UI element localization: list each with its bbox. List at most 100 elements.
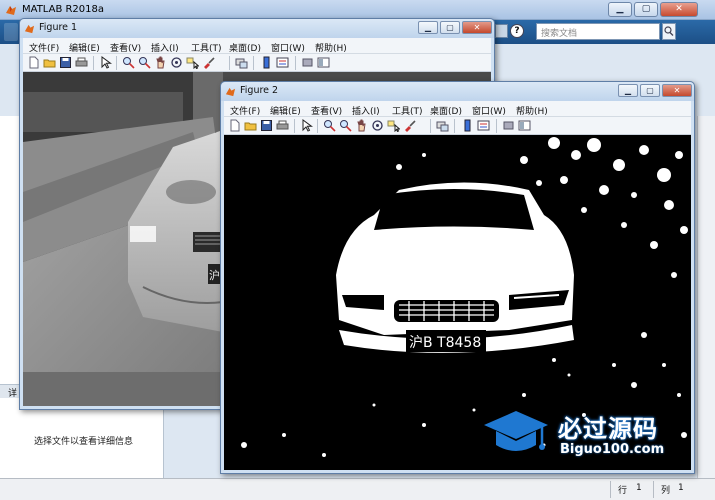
figure1-title: Figure 1: [39, 22, 78, 33]
column-label: 列: [661, 486, 671, 496]
link-icon[interactable]: [436, 119, 449, 132]
new-file-icon[interactable]: [228, 119, 241, 132]
menu-edit[interactable]: 编辑(E): [270, 104, 301, 117]
data-cursor-icon[interactable]: [186, 56, 199, 69]
menu-window[interactable]: 窗口(W): [271, 41, 305, 54]
figure2-title: Figure 2: [240, 85, 279, 96]
figure1-minimize-button[interactable]: ▁: [418, 21, 438, 34]
rotate-icon[interactable]: [170, 56, 183, 69]
figure1-plate-text: 沪: [209, 268, 220, 282]
graduation-cap-icon: [484, 411, 548, 451]
link-icon[interactable]: [235, 56, 248, 69]
watermark-url: Biguo100.com: [560, 442, 665, 457]
matlab-logo-icon: [24, 24, 35, 34]
toolbar-separator: [295, 56, 296, 70]
matlab-logo-icon: [6, 6, 16, 15]
figure2-title-bar[interactable]: Figure 2 ▁ ▢ ✕: [221, 82, 694, 101]
details-empty-message: 选择文件以查看详细信息: [34, 437, 134, 447]
zoom-out-icon[interactable]: [339, 119, 352, 132]
figure1-close-button[interactable]: ✕: [462, 21, 492, 34]
menu-view[interactable]: 查看(V): [311, 104, 342, 117]
toolbar-separator: [116, 56, 117, 70]
show-plot-tools-icon[interactable]: [518, 119, 531, 132]
documentation-search-input[interactable]: 搜索文档: [536, 23, 660, 40]
print-icon[interactable]: [276, 119, 289, 132]
toolbar-separator: [496, 119, 497, 133]
pan-icon[interactable]: [355, 119, 368, 132]
menu-view[interactable]: 查看(V): [110, 41, 141, 54]
main-title-bar: MATLAB R2018a ▁ ▢ ✕: [0, 0, 715, 20]
menu-help[interactable]: 帮助(H): [516, 104, 548, 117]
zoom-in-icon[interactable]: [122, 56, 135, 69]
brush-icon[interactable]: [403, 119, 416, 132]
toolbar-separator: [430, 119, 431, 133]
quick-access-dropdown[interactable]: [495, 24, 508, 38]
menu-help[interactable]: 帮助(H): [315, 41, 347, 54]
main-maximize-button[interactable]: ▢: [634, 2, 658, 17]
ribbon-tab-blob[interactable]: [4, 23, 18, 41]
toolbar-separator: [93, 56, 94, 70]
open-folder-icon[interactable]: [43, 56, 56, 69]
status-separator: [610, 481, 611, 498]
figure2-maximize-button[interactable]: ▢: [640, 84, 660, 97]
open-folder-icon[interactable]: [244, 119, 257, 132]
toolbar-separator: [454, 119, 455, 133]
figure2-close-button[interactable]: ✕: [662, 84, 692, 97]
menu-desktop[interactable]: 桌面(D): [430, 104, 462, 117]
menu-file[interactable]: 文件(F): [29, 41, 59, 54]
status-bar: 行 1 列 1: [0, 478, 715, 500]
pan-icon[interactable]: [154, 56, 167, 69]
pointer-icon[interactable]: [300, 119, 313, 132]
row-value: 1: [636, 483, 642, 493]
workspace-scrollbar[interactable]: [697, 116, 715, 478]
show-plot-tools-icon[interactable]: [317, 56, 330, 69]
toolbar-separator: [253, 56, 254, 70]
watermark: 必过源码 Biguo100.com: [480, 405, 680, 465]
column-value: 1: [678, 483, 684, 493]
help-icon[interactable]: ?: [510, 24, 524, 38]
menu-insert[interactable]: 插入(I): [151, 41, 179, 54]
main-window-title: MATLAB R2018a: [22, 4, 105, 15]
main-close-button[interactable]: ✕: [660, 2, 698, 17]
menu-tools[interactable]: 工具(T): [392, 104, 423, 117]
figure2-minimize-button[interactable]: ▁: [618, 84, 638, 97]
figure2-plate-text: 沪B T8458: [409, 335, 481, 351]
status-separator: [653, 481, 654, 498]
colorbar-icon[interactable]: [461, 119, 474, 132]
save-icon[interactable]: [260, 119, 273, 132]
details-header-label: 详: [8, 389, 18, 399]
row-label: 行: [618, 486, 628, 496]
figure1-title-bar[interactable]: Figure 1 ▁ ▢ ✕: [20, 19, 494, 38]
matlab-logo-icon: [225, 87, 236, 97]
legend-icon[interactable]: [276, 56, 289, 69]
toolbar-separator: [294, 119, 295, 133]
toolbar-separator: [317, 119, 318, 133]
hide-plot-tools-icon[interactable]: [301, 56, 314, 69]
menu-desktop[interactable]: 桌面(D): [229, 41, 261, 54]
print-icon[interactable]: [75, 56, 88, 69]
new-file-icon[interactable]: [27, 56, 40, 69]
colorbar-icon[interactable]: [260, 56, 273, 69]
pointer-icon[interactable]: [99, 56, 112, 69]
menu-edit[interactable]: 编辑(E): [69, 41, 100, 54]
brush-icon[interactable]: [202, 56, 215, 69]
menu-tools[interactable]: 工具(T): [191, 41, 222, 54]
main-minimize-button[interactable]: ▁: [608, 2, 632, 17]
hide-plot-tools-icon[interactable]: [502, 119, 515, 132]
menu-file[interactable]: 文件(F): [230, 104, 260, 117]
figure1-maximize-button[interactable]: ▢: [440, 21, 460, 34]
zoom-in-icon[interactable]: [323, 119, 336, 132]
figure2-toolbar: [224, 117, 691, 135]
menu-insert[interactable]: 插入(I): [352, 104, 380, 117]
legend-icon[interactable]: [477, 119, 490, 132]
rotate-icon[interactable]: [371, 119, 384, 132]
figure1-toolbar: [23, 54, 491, 72]
figure2-menubar: 文件(F) 编辑(E) 查看(V) 插入(I) 工具(T) 桌面(D) 窗口(W…: [224, 101, 691, 117]
zoom-out-icon[interactable]: [138, 56, 151, 69]
save-icon[interactable]: [59, 56, 72, 69]
search-icon[interactable]: [662, 23, 676, 40]
figure1-menubar: 文件(F) 编辑(E) 查看(V) 插入(I) 工具(T) 桌面(D) 窗口(W…: [23, 38, 491, 54]
watermark-title: 必过源码: [558, 415, 658, 443]
menu-window[interactable]: 窗口(W): [472, 104, 506, 117]
data-cursor-icon[interactable]: [387, 119, 400, 132]
